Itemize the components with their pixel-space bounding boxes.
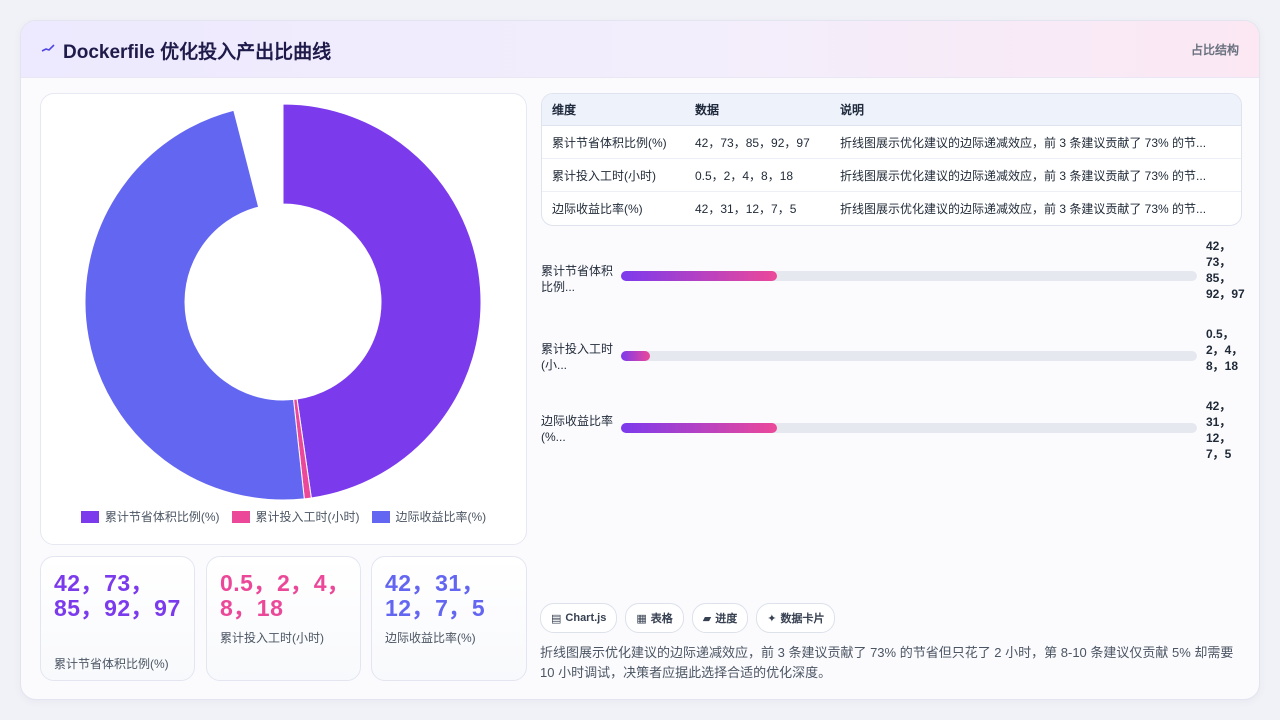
legend-label: 累计节省体积比例(%) [104, 510, 220, 524]
table-cell: 42，73，85，92，97 [685, 125, 830, 159]
tag-label: Chart.js [565, 612, 607, 624]
chart-icon: ▤ [551, 612, 562, 625]
progress-value: 42，73，85，92，97 [1206, 239, 1245, 301]
donut-slice-volume[interactable] [282, 103, 482, 499]
table-cell: 边际收益比率(%) [552, 201, 643, 216]
table-row: 边际收益比率(%) 42，31，12，7，5 折线图展示优化建议的边际递减效应，… [542, 192, 1241, 225]
column-header: 维度 [542, 94, 685, 126]
tag-label: 表格 [650, 613, 673, 625]
table-icon: ▦ [636, 612, 647, 625]
chart-type-badge[interactable]: 占比结构 [1191, 41, 1239, 58]
table-cell: 累计投入工时(小时) [542, 158, 685, 192]
progress-fill [621, 271, 777, 281]
progress-icon: ▰ [702, 612, 712, 625]
stat-label: 累计节省体积比例(%) [54, 657, 169, 671]
table-cell: 折线图展示优化建议的边际递减效应，前 3 条建议贡献了 73% 的节... [840, 201, 1207, 216]
tag-chartjs[interactable]: ▤ Chart.js [540, 603, 618, 633]
legend-swatch [371, 510, 390, 523]
progress-track [621, 423, 1197, 433]
stat-card-marginal: 42，31，12，7，5 边际收益比率(%) [371, 556, 527, 681]
progress-fill [621, 351, 650, 361]
progress-track [621, 271, 1197, 281]
tag-label: 进度 [715, 613, 738, 625]
feature-tags: ▤ Chart.js ▦ 表格 ▰ 进度 ✦ 数据卡片 [540, 603, 836, 633]
data-table: 维度 数据 说明 累计节省体积比例(%) 42，73，85，92，97 折线图展… [541, 93, 1242, 226]
progress-track [621, 351, 1197, 361]
table-row: 累计节省体积比例(%) 42，73，85，92，97 折线图展示优化建议的边际递… [542, 125, 1241, 159]
progress-label: 边际收益比率(%... [541, 414, 614, 444]
stat-value: 42，31，12，7，5 [385, 570, 486, 621]
tag-label: 数据卡片 [780, 613, 825, 625]
stat-value: 0.5，2，4，8，18 [220, 570, 351, 621]
legend-swatch [80, 510, 99, 523]
legend-item-marginal[interactable]: 边际收益比率(%) [371, 508, 487, 525]
chart-description: 折线图展示优化建议的边际递减效应，前 3 条建议贡献了 73% 的节省但只花了 … [540, 645, 1234, 680]
header-bar: Dockerfile 优化投入产出比曲线 占比结构 [21, 21, 1259, 78]
trend-line-icon [41, 44, 55, 52]
table-cell: 0.5，2，4，8，18 [685, 158, 830, 192]
table-cell: 42，31，12，7，5 [695, 201, 797, 216]
legend-label: 累计投入工时(小时) [255, 510, 360, 524]
stat-label: 累计投入工时(小时) [220, 631, 324, 645]
legend-item-hours[interactable]: 累计投入工时(小时) [231, 508, 360, 525]
donut-chart-card: 累计节省体积比例(%) 累计投入工时(小时) 边际收益比率(%) [40, 93, 527, 545]
progress-label: 累计节省体积比例... [541, 264, 614, 294]
table-cell: 累计节省体积比例(%) [542, 125, 685, 159]
stat-label: 边际收益比率(%) [385, 631, 476, 645]
progress-fill [621, 423, 777, 433]
tag-data-card[interactable]: ✦ 数据卡片 [756, 603, 836, 633]
table-cell: 折线图展示优化建议的边际递减效应，前 3 条建议贡献了 73% 的节... [830, 125, 1241, 159]
tag-table[interactable]: ▦ 表格 [625, 603, 684, 633]
legend-item-volume[interactable]: 累计节省体积比例(%) [80, 508, 220, 525]
tag-progress[interactable]: ▰ 进度 [691, 603, 749, 633]
legend-label: 边际收益比率(%) [395, 510, 487, 524]
table-cell: 折线图展示优化建议的边际递减效应，前 3 条建议贡献了 73% 的节... [830, 158, 1241, 192]
page-title: Dockerfile 优化投入产出比曲线 [63, 42, 332, 63]
donut-slice-marginal[interactable] [84, 109, 305, 501]
stat-card-volume: 42，73，85，92，97 累计节省体积比例(%) [40, 556, 195, 681]
table-row: 累计投入工时(小时) 0.5，2，4，8，18 折线图展示优化建议的边际递减效应… [542, 158, 1241, 192]
donut-chart [84, 103, 482, 501]
legend-swatch [231, 510, 250, 523]
stat-card-hours: 0.5，2，4，8，18 累计投入工时(小时) [206, 556, 361, 681]
stat-value: 42，73，85，92，97 [54, 570, 181, 621]
column-header: 数据 [685, 94, 830, 126]
sparkle-icon: ✦ [767, 612, 777, 625]
progress-label: 累计投入工时(小... [541, 342, 614, 372]
dashboard-frame: Dockerfile 优化投入产出比曲线 占比结构 累计节省体积比例(%) 累计… [20, 20, 1260, 700]
chart-legend: 累计节省体积比例(%) 累计投入工时(小时) 边际收益比率(%) [41, 508, 526, 525]
table-header-row: 维度 数据 说明 [542, 94, 1241, 126]
progress-value: 42，31，12，7，5 [1206, 399, 1232, 461]
progress-value: 0.5，2，4，8，18 [1206, 327, 1244, 373]
column-header: 说明 [830, 94, 1241, 126]
